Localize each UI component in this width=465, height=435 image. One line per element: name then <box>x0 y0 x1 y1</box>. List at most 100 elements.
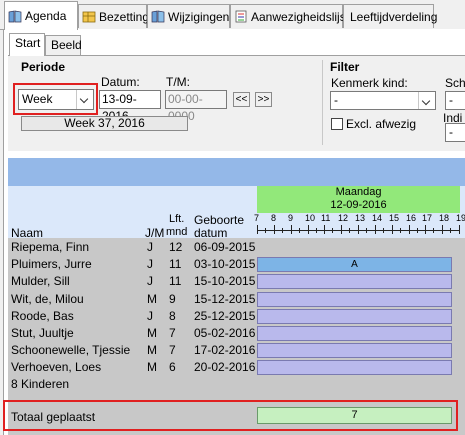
hour-axis: 7 8 9 10 11 12 13 14 15 16 17 18 19 <box>254 213 465 238</box>
filter-title: Filter <box>330 60 360 74</box>
child-age-months: 9 <box>169 292 176 306</box>
table-row[interactable]: Wit, de, Milou M 9 15-12-2015 <box>8 290 465 307</box>
subtab-label: Beeld <box>51 38 82 52</box>
wijzigingen-icon <box>151 10 165 23</box>
half-hour-tick <box>383 228 384 233</box>
table-row[interactable]: Verhoeven, Loes M 6 20-02-2016 <box>8 358 465 375</box>
hour-tick-label: 15 <box>389 213 400 223</box>
table-row[interactable]: Riepema, Finn J 12 06-09-2015 <box>8 238 465 255</box>
hour-tick <box>274 225 275 234</box>
hour-tick-label: 11 <box>321 213 331 223</box>
excl-afwezig-label: Excl. afwezig <box>346 117 417 131</box>
hour-tick-label: 8 <box>271 213 277 223</box>
child-gender: M <box>147 326 157 340</box>
child-name: Verhoeven, Loes <box>11 360 102 374</box>
tab-label: Agenda <box>25 9 67 23</box>
table-row[interactable]: Roode, Bas J 8 25-12-2015 <box>8 307 465 324</box>
child-birthdate: 06-09-2015 <box>194 240 256 254</box>
attendance-bar[interactable] <box>257 360 452 375</box>
child-name: Wit, de, Milou <box>11 292 84 306</box>
child-name: Riepema, Finn <box>11 240 90 254</box>
child-birthdate: 05-02-2016 <box>194 326 256 340</box>
tab-label: Bezetting <box>99 9 150 24</box>
child-birthdate: 15-12-2015 <box>194 292 256 306</box>
tab-leeftijdverdeling[interactable]: Leeftijdverdeling <box>343 4 438 28</box>
day-date: 12-09-2016 <box>330 199 387 211</box>
tab-bezetting[interactable]: Bezetting <box>78 4 150 28</box>
child-age-months: 8 <box>169 309 176 323</box>
child-age-months: 11 <box>169 274 182 288</box>
subtab-start[interactable]: Start <box>9 33 45 56</box>
child-age-months: 6 <box>169 360 176 374</box>
hour-tick <box>257 225 258 234</box>
kenmerk-value: - <box>334 93 338 107</box>
attendance-bar[interactable] <box>257 274 452 289</box>
table-row[interactable]: Pluimers, Jurre J 11 03-10-2015 A <box>8 255 465 272</box>
totaal-highlight <box>3 400 458 431</box>
scho-select[interactable]: - <box>445 91 465 110</box>
hour-tick-label: 19 <box>456 213 465 223</box>
chevron-down-icon <box>418 92 435 109</box>
hour-tick-label: 13 <box>355 213 366 223</box>
excl-afwezig-checkbox[interactable] <box>331 118 343 130</box>
children-list: Riepema, Finn J 12 06-09-2015 Pluimers, Jurr… <box>8 238 465 390</box>
col-lft-1: Lft. <box>169 213 185 225</box>
tab-aanwezigheidslijst[interactable]: Aanwezigheidslijst <box>230 4 349 28</box>
half-hour-tick <box>400 228 401 233</box>
child-gender: J <box>147 240 153 254</box>
child-gender: M <box>147 292 157 306</box>
subtab-label: Start <box>15 36 41 50</box>
subtab-beeld[interactable]: Beeld <box>45 35 82 55</box>
col-lft-2: mnd <box>166 226 188 238</box>
table-row[interactable]: Stut, Juultje M 7 05-02-2016 <box>8 324 465 341</box>
child-name: Mulder, Sill <box>11 274 70 288</box>
periode-highlight <box>13 83 98 115</box>
half-hour-tick <box>366 228 367 233</box>
hour-tick <box>358 225 359 234</box>
attendance-bar[interactable] <box>257 309 452 324</box>
attendance-bar[interactable]: A <box>257 257 452 272</box>
day-name: Maandag <box>335 186 382 198</box>
tab-wijzigingen[interactable]: Wijzigingen <box>147 4 230 28</box>
hour-tick-label: 16 <box>406 213 417 223</box>
hour-tick-label: 10 <box>305 213 316 223</box>
periode-title: Periode <box>21 60 66 74</box>
tm-field[interactable]: 00-00-0000 <box>165 90 227 123</box>
child-gender: J <box>147 309 153 323</box>
attendance-bar[interactable] <box>257 326 452 341</box>
table-row[interactable]: Mulder, Sill J 11 15-10-2015 <box>8 272 465 289</box>
child-age-months: 12 <box>169 240 183 254</box>
next-week-button[interactable]: >> <box>255 92 272 107</box>
group-separator <box>322 60 323 145</box>
child-birthdate: 03-10-2015 <box>194 257 256 271</box>
child-birthdate: 17-02-2016 <box>194 343 256 357</box>
hour-tick <box>375 225 376 234</box>
day-header: Maandag 12-09-2016 <box>257 186 460 213</box>
half-hour-tick <box>450 228 451 233</box>
half-hour-tick <box>299 228 300 233</box>
col-geboorte-1: Geboorte <box>194 213 245 227</box>
child-name: Stut, Juultje <box>11 326 74 340</box>
child-gender: M <box>147 360 157 374</box>
kenmerk-label: Kenmerk kind: <box>331 76 408 90</box>
grid-header-band <box>8 158 465 186</box>
attendance-bar[interactable] <box>257 343 452 358</box>
half-hour-tick <box>433 228 434 233</box>
prev-week-button[interactable]: << <box>233 92 250 107</box>
child-name: Roode, Bas <box>11 309 74 323</box>
half-hour-tick <box>316 228 317 233</box>
table-row[interactable]: Schoonewelle, Tjessie M 7 17-02-2016 <box>8 341 465 358</box>
hour-tick-label: 14 <box>372 213 383 223</box>
tab-label: Leeftijdverdeling <box>350 9 438 24</box>
indi-select[interactable]: - <box>445 123 465 142</box>
week-display: Week 37, 2016 <box>21 116 188 131</box>
child-age-months: 11 <box>169 257 182 271</box>
hour-tick <box>459 225 460 234</box>
datum-field[interactable]: 13-09-2016 <box>99 90 161 123</box>
child-gender: J <box>147 257 153 271</box>
kenmerk-select[interactable]: - <box>330 91 436 110</box>
aanwezigheidslijst-icon <box>234 10 248 23</box>
agenda-icon <box>8 10 22 23</box>
attendance-bar[interactable] <box>257 292 452 307</box>
tab-agenda[interactable]: Agenda <box>4 1 78 30</box>
